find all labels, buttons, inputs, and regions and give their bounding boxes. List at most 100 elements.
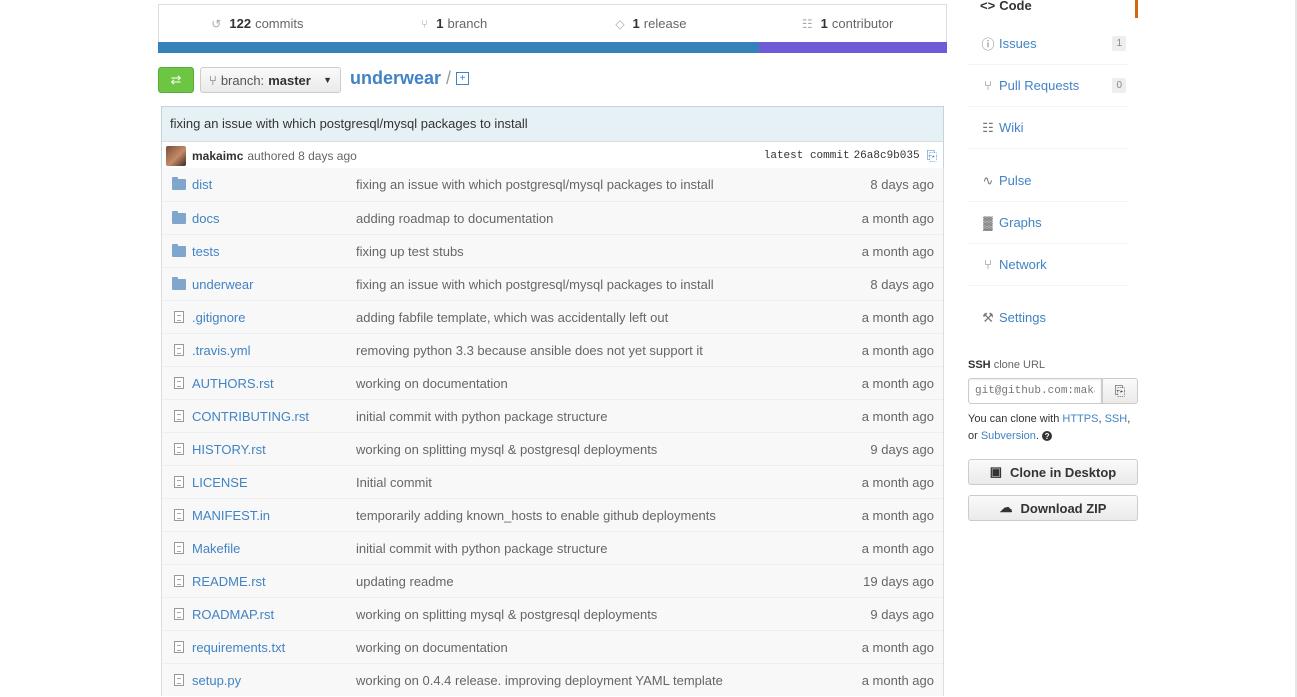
clone-copy-button[interactable]: ⎘ <box>1102 378 1138 404</box>
file-commit-message-link[interactable]: fixing an issue with which postgresql/my… <box>356 277 870 292</box>
compare-button[interactable]: ⇄ <box>158 67 194 93</box>
file-name-link[interactable]: .gitignore <box>192 310 356 325</box>
file-row[interactable]: underwear fixing an issue with which post… <box>162 267 943 300</box>
file-row[interactable]: CONTRIBUTING.rst initial commit with pyth… <box>162 399 943 432</box>
file-row[interactable]: dist fixing an issue with which postgresq… <box>162 168 943 201</box>
file-commit-message-link[interactable]: temporarily adding known_hosts to enable… <box>356 508 862 523</box>
sidebar-item-wiki[interactable]: ☷ Wiki <box>968 107 1128 149</box>
file-name-link[interactable]: .travis.yml <box>192 343 356 358</box>
file-commit-message-link[interactable]: working on 0.4.4 release. improving depl… <box>356 673 862 688</box>
file-icon-shape <box>174 608 184 620</box>
download-zip-label: Download ZIP <box>1020 500 1107 516</box>
file-name-link[interactable]: docs <box>192 211 356 226</box>
file-row[interactable]: tests fixing up test stubs a month ago <box>162 234 943 267</box>
file-row[interactable]: requirements.txt working on documentation… <box>162 630 943 663</box>
file-age: a month ago <box>861 408 934 424</box>
file-name-link[interactable]: README.rst <box>192 574 356 589</box>
clone-ssh-link[interactable]: SSH <box>1105 413 1128 425</box>
sidebar-item-settings[interactable]: ⚒ Settings <box>968 297 1128 338</box>
sidebar-nav-primary: ⓘ Issues 1 ⑂ Pull Requests 0 ☷ Wiki <box>968 23 1128 149</box>
folder-icon-shape <box>172 210 186 224</box>
file-name-link[interactable]: MANIFEST.in <box>192 508 356 523</box>
sidebar-item-graphs[interactable]: ▓ Graphs <box>968 202 1128 244</box>
cloud-download-icon: ☁ <box>999 500 1013 515</box>
file-row[interactable]: .travis.yml removing python 3.3 because a… <box>162 333 943 366</box>
contributors-stat[interactable]: ☷ 1 contributor <box>749 16 946 31</box>
branch-select-button[interactable]: ⑂ branch: master ▼ <box>200 67 341 93</box>
releases-stat[interactable]: ◇ 1 release <box>553 16 750 31</box>
file-commit-message-link[interactable]: working on documentation <box>356 640 862 655</box>
file-commit-message-link[interactable]: working on documentation <box>356 376 862 391</box>
file-commit-message-link[interactable]: initial commit with python package struc… <box>356 409 862 424</box>
file-name-link[interactable]: AUTHORS.rst <box>192 376 356 391</box>
clone-url-input[interactable] <box>968 378 1102 404</box>
commit-message[interactable]: fixing an issue with which postgresql/my… <box>162 107 943 141</box>
graph-icon: ▓ <box>983 215 993 230</box>
sidebar-item-pulse[interactable]: ∿ Pulse <box>968 160 1128 202</box>
file-commit-message-link[interactable]: fixing up test stubs <box>356 244 862 259</box>
file-row[interactable]: Makefile initial commit with python packa… <box>162 531 943 564</box>
file-name-link[interactable]: setup.py <box>192 673 356 688</box>
file-row[interactable]: ROADMAP.rst working on splitting mysql & … <box>162 597 943 630</box>
branches-stat[interactable]: ⑂ 1 branch <box>356 16 553 31</box>
sidebar-item-issues[interactable]: ⓘ Issues 1 <box>968 23 1128 65</box>
commit-author[interactable]: makaimc <box>192 149 243 163</box>
file-name-link[interactable]: Makefile <box>192 541 356 556</box>
file-commit-message-link[interactable]: working on splitting mysql & postgresql … <box>356 442 870 457</box>
avatar[interactable] <box>166 146 186 166</box>
file-name-link[interactable]: CONTRIBUTING.rst <box>192 409 356 424</box>
commits-stat[interactable]: ↺ 122 commits <box>159 16 356 31</box>
sidebar-item-label: Pulse <box>999 173 1032 188</box>
file-commit-message-link[interactable]: Initial commit <box>356 475 862 490</box>
clone-subversion-link[interactable]: Subversion <box>981 430 1036 442</box>
file-row[interactable]: AUTHORS.rst working on documentation a mon… <box>162 366 943 399</box>
file-name-link[interactable]: LICENSE <box>192 475 356 490</box>
file-commit-message-link[interactable]: fixing an issue with which postgresql/my… <box>356 177 870 192</box>
file-name-link[interactable]: underwear <box>192 277 356 292</box>
file-row[interactable]: docs adding roadmap to documentation a mon… <box>162 201 943 234</box>
issues-count-badge: 1 <box>1112 36 1126 51</box>
file-row[interactable]: LICENSE Initial commit a month ago <box>162 465 943 498</box>
clone-in-desktop-button[interactable]: ▣ Clone in Desktop <box>968 459 1138 485</box>
clone-in-desktop-label: Clone in Desktop <box>1010 464 1117 480</box>
file-row[interactable]: README.rst updating readme 19 days ago <box>162 564 943 597</box>
clone-https-link[interactable]: HTTPS <box>1062 413 1098 425</box>
folder-icon-shape <box>172 177 186 190</box>
sidebar-item-pull-requests[interactable]: ⑂ Pull Requests 0 <box>968 65 1128 107</box>
file-name-link[interactable]: dist <box>192 177 356 192</box>
help-icon[interactable]: ? <box>1042 431 1053 442</box>
file-icon-shape <box>174 410 184 422</box>
file-commit-message-link[interactable]: removing python 3.3 because ansible does… <box>356 343 862 358</box>
file-name-link[interactable]: requirements.txt <box>192 640 356 655</box>
file-name-link[interactable]: HISTORY.rst <box>192 442 356 457</box>
file-commit-message-link[interactable]: adding fabfile template, which was accid… <box>356 310 862 325</box>
file-icon-shape <box>174 575 184 587</box>
commits-label: commits <box>255 16 304 31</box>
file-row[interactable]: setup.py working on 0.4.4 release. improv… <box>162 663 943 696</box>
download-zip-button[interactable]: ☁ Download ZIP <box>968 495 1138 521</box>
file-age: a month ago <box>861 243 934 259</box>
clipboard-icon: ⎘ <box>1114 383 1126 398</box>
commit-sha[interactable]: 26a8c9b035 <box>854 150 920 162</box>
file-table: dist fixing an issue with which postgresq… <box>161 168 944 696</box>
file-name-link[interactable]: ROADMAP.rst <box>192 607 356 622</box>
file-commit-message-link[interactable]: updating readme <box>356 574 863 589</box>
new-file-icon[interactable]: + <box>456 72 470 85</box>
repo-name-link[interactable]: underwear <box>350 68 441 89</box>
file-commit-message-link[interactable]: initial commit with python package struc… <box>356 541 862 556</box>
file-icon-shape <box>174 377 184 389</box>
pull-request-icon: ⑂ <box>984 78 992 93</box>
file-commit-message-link[interactable]: adding roadmap to documentation <box>356 211 862 226</box>
sidebar-item-network[interactable]: ⑂ Network <box>968 244 1128 286</box>
language-bar[interactable] <box>158 42 947 53</box>
file-age: a month ago <box>861 375 934 391</box>
file-name-link[interactable]: tests <box>192 244 356 259</box>
clipboard-icon[interactable]: ⎘ <box>927 148 937 164</box>
tab-code-label: Code <box>999 0 1032 13</box>
file-commit-message-link[interactable]: working on splitting mysql & postgresql … <box>356 607 870 622</box>
file-row[interactable]: HISTORY.rst working on splitting mysql & … <box>162 432 943 465</box>
file-row[interactable]: .gitignore adding fabfile template, which… <box>162 300 943 333</box>
file-row[interactable]: MANIFEST.in temporarily adding known_host… <box>162 498 943 531</box>
tab-code[interactable]: <> Code <box>968 0 1138 18</box>
folder-icon <box>172 210 186 224</box>
